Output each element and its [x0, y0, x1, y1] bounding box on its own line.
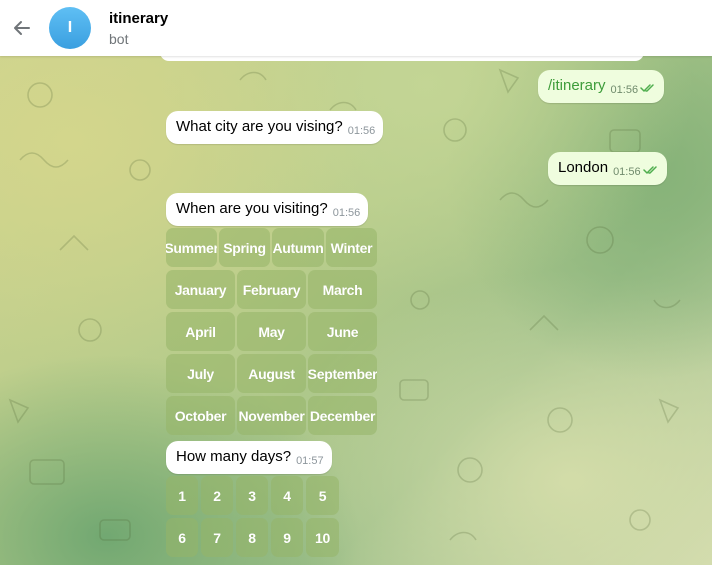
message-text: How many days? — [176, 448, 292, 465]
keyboard-button-august[interactable]: August — [237, 354, 306, 393]
chat-status: bot — [109, 31, 129, 47]
keyboard-button-day-1[interactable]: 1 — [166, 476, 198, 515]
avatar[interactable]: I — [49, 7, 91, 49]
message-time: 01:56 — [347, 125, 376, 137]
incoming-message-days[interactable]: How many days? 01:57 — [166, 441, 332, 474]
keyboard-button-october[interactable]: October — [166, 396, 235, 435]
keyboard-button-day-7[interactable]: 7 — [201, 518, 233, 557]
keyboard-button-february[interactable]: February — [237, 270, 306, 309]
keyboard-button-april[interactable]: April — [166, 312, 235, 351]
keyboard-button-july[interactable]: July — [166, 354, 235, 393]
back-button[interactable] — [8, 14, 36, 42]
keyboard-button-day-2[interactable]: 2 — [201, 476, 233, 515]
chat-title[interactable]: itinerary — [109, 10, 168, 27]
keyboard-button-day-6[interactable]: 6 — [166, 518, 198, 557]
keyboard-button-day-5[interactable]: 5 — [306, 476, 339, 515]
command-link[interactable]: /itinerary — [548, 77, 606, 94]
keyboard-button-november[interactable]: November — [237, 396, 306, 435]
incoming-message-when[interactable]: When are you visiting? 01:56 — [166, 193, 369, 226]
incoming-message-city[interactable]: What city are you vising? 01:56 — [166, 111, 384, 144]
arrow-left-icon — [14, 21, 30, 35]
keyboard-button-day-3[interactable]: 3 — [236, 476, 268, 515]
keyboard-button-autumn[interactable]: Autumn — [272, 228, 324, 267]
message-time: 01:57 — [296, 455, 324, 467]
message-text: When are you visiting? — [176, 200, 328, 217]
keyboard-button-day-4[interactable]: 4 — [271, 476, 303, 515]
keyboard-button-march[interactable]: March — [308, 270, 377, 309]
outgoing-message-london[interactable]: London 01:56 — [548, 152, 667, 185]
message-time: 01:56 — [332, 207, 361, 219]
keyboard-button-may[interactable]: May — [237, 312, 306, 351]
keyboard-button-spring[interactable]: Spring — [219, 228, 270, 267]
keyboard-button-june[interactable]: June — [308, 312, 377, 351]
message-text: What city are you vising? — [176, 118, 343, 135]
keyboard-button-winter[interactable]: Winter — [326, 228, 377, 267]
message-time: 01:56 — [610, 84, 639, 96]
keyboard-button-january[interactable]: January — [166, 270, 235, 309]
keyboard-button-september[interactable]: September — [308, 354, 377, 393]
chat-header: I itinerary bot — [0, 0, 712, 56]
message-time: 01:56 — [613, 166, 641, 178]
keyboard-button-day-10[interactable]: 10 — [306, 518, 339, 557]
outgoing-message-command[interactable]: /itinerary 01:56 — [538, 70, 665, 103]
double-check-icon — [642, 166, 657, 174]
keyboard-button-day-8[interactable]: 8 — [236, 518, 268, 557]
message-text: London — [558, 159, 609, 176]
keyboard-button-day-9[interactable]: 9 — [271, 518, 303, 557]
double-check-icon — [640, 84, 654, 92]
keyboard-button-summer[interactable]: Summer — [166, 228, 217, 267]
keyboard-button-december[interactable]: December — [308, 396, 377, 435]
